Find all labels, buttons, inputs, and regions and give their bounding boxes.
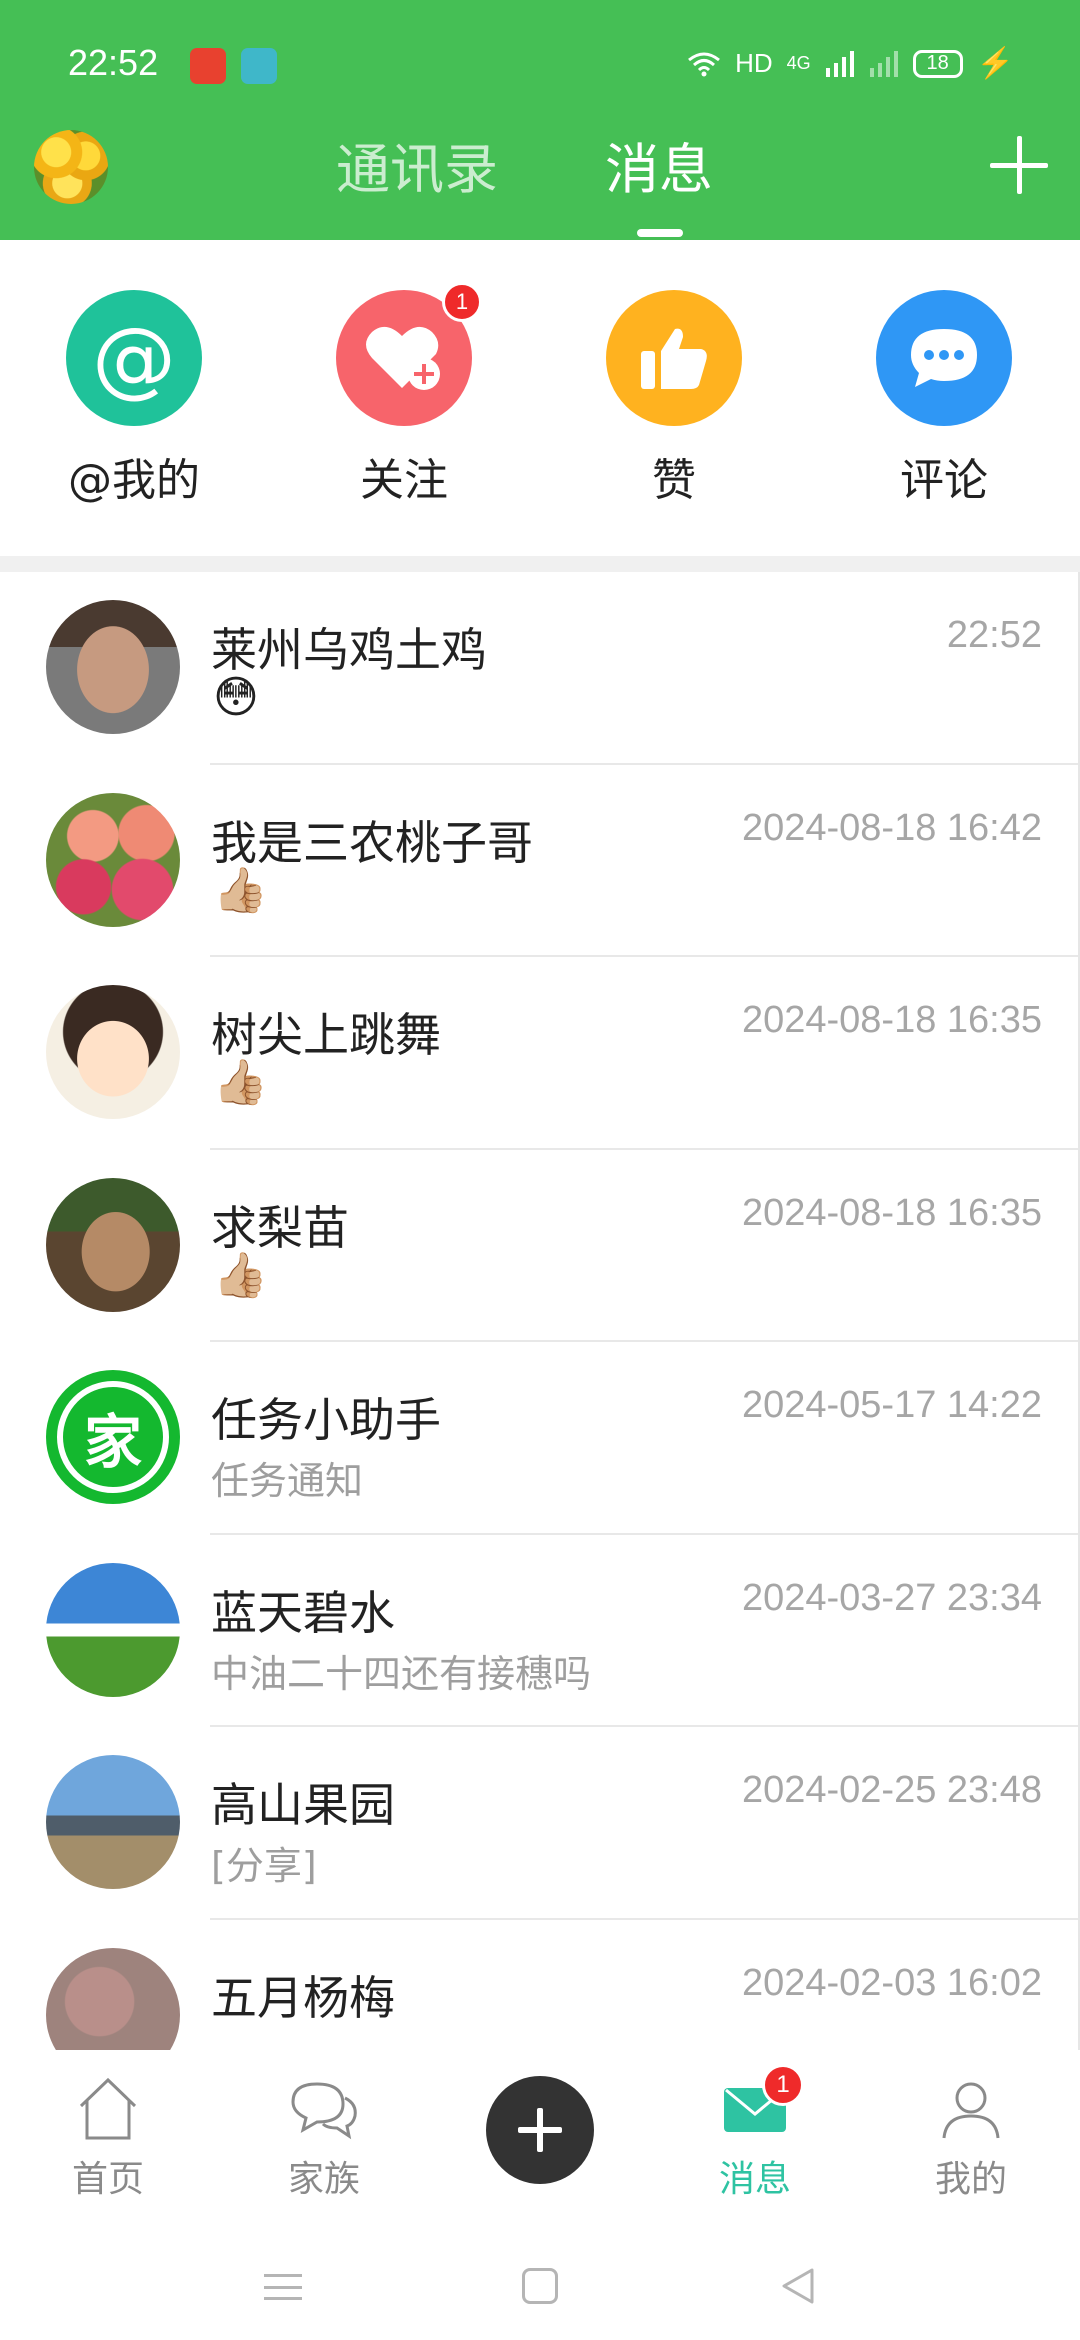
mentions-button[interactable]: @ @我的 [44,290,224,520]
signal-icon [825,50,854,77]
signal-label: 4G [786,53,811,73]
nav-me[interactable]: 我的 [906,2074,1036,2202]
app-header: 22:52 HD 4G 18 ⚡ 通讯录 消息 [0,0,1080,240]
nav-me-label: 我的 [934,2159,1007,2200]
nav-home-label: 首页 [71,2159,144,2200]
message-time: 2024-08-18 16:35 [741,1191,1042,1234]
follow-label: 关注 [360,455,448,506]
flushed-face-emoji-icon: 😳 [213,672,259,723]
message-preview: [分享] [211,1844,317,1888]
battery-icon: 18 [912,49,963,78]
home-square-icon[interactable] [522,2268,558,2304]
list-item[interactable]: 莱州乌鸡土鸡 22:52 😳 [0,572,1078,765]
wifi-icon [688,52,720,76]
list-item[interactable]: 高山果园 2024-02-25 23:48 [分享] [0,1727,1078,1920]
tab-contacts[interactable]: 通讯录 [336,138,498,202]
mentions-label: @我的 [68,455,200,506]
comments-button[interactable]: 评论 [854,290,1034,520]
chat-bubbles-icon [291,2082,357,2140]
contact-name: 求梨苗 [211,1200,349,1255]
status-bar: 22:52 HD 4G 18 ⚡ [0,0,1080,130]
thumbs-up-emoji-icon: 👍🏼 [213,864,268,916]
user-avatar[interactable] [34,130,108,204]
likes-button[interactable]: 赞 [584,290,764,520]
avatar [46,1947,180,2050]
message-list: 莱州乌鸡土鸡 22:52 😳 我是三农桃子哥 2024-08-18 16:42 … [0,572,1080,2050]
battery-level: 18 [926,52,949,74]
messages-badge: 1 [762,2064,804,2106]
contact-name: 树尖上跳舞 [211,1008,441,1062]
add-button[interactable] [988,134,1050,196]
status-time: 22:52 [68,42,159,83]
add-icon[interactable] [486,2076,594,2184]
system-nav-bar [0,2226,1080,2340]
message-time: 2024-02-25 23:48 [741,1769,1042,1811]
likes-label: 赞 [652,455,696,506]
chat-bubble-icon [911,329,977,387]
back-icon[interactable] [778,2266,818,2306]
message-time: 2024-08-18 16:42 [741,806,1042,849]
section-divider [0,556,1080,572]
nav-clan-label: 家族 [287,2159,360,2200]
avatar [46,985,180,1119]
comments-label: 评论 [900,455,988,506]
list-item[interactable]: 蓝天碧水 2024-03-27 23:34 中油二十四还有接穗吗 [0,1535,1078,1727]
quick-actions: @ @我的 1 关注 赞 评论 [0,240,1080,556]
message-time: 2024-02-03 16:02 [741,1961,1042,2004]
comments-circle [876,290,1012,426]
thumbs-up-icon [641,328,707,389]
message-time: 2024-08-18 16:35 [741,999,1042,1041]
nav-messages-label: 消息 [718,2159,791,2200]
nav-home[interactable]: 首页 [43,2074,173,2202]
nav-clan[interactable]: 家族 [259,2074,389,2202]
message-preview: 中油二十四还有接穗吗 [211,1651,592,1696]
active-tab-indicator [637,229,683,237]
contact-name: 莱州乌鸡土鸡 [211,623,487,677]
avatar [46,600,180,734]
charging-icon: ⚡ [976,47,1014,80]
list-item[interactable]: 五月杨梅 2024-02-03 16:02 [0,1920,1078,2050]
message-preview: 任务通知 [211,1459,364,1503]
list-item[interactable]: 求梨苗 2024-08-18 16:35 👍🏼 [0,1150,1078,1342]
contact-name: 蓝天碧水 [211,1585,395,1640]
tab-messages[interactable]: 消息 [605,138,713,202]
person-icon [942,2082,1000,2139]
at-icon: @ [92,309,176,407]
message-time: 2024-03-27 23:34 [741,1576,1042,1619]
network-type-label: HD [735,48,773,78]
avatar [46,1755,180,1889]
contact-name: 高山果园 [211,1778,395,1832]
follow-circle: 1 [336,282,482,426]
follow-badge: 1 [442,282,482,322]
list-item[interactable]: 树尖上跳舞 2024-08-18 16:35 👍🏼 [0,957,1078,1150]
family-logo-glyph: 家 [83,1408,142,1476]
follow-button[interactable]: 1 关注 [314,282,494,520]
avatar [46,1177,180,1312]
avatar [46,792,180,927]
contact-name: 任务小助手 [211,1393,441,1447]
contact-name: 我是三农桃子哥 [211,815,533,870]
contact-name: 五月杨梅 [211,1970,395,2025]
list-item[interactable]: 我是三农桃子哥 2024-08-18 16:42 👍🏼 [0,765,1078,957]
avatar: 家 [46,1370,180,1504]
avatar [46,1562,180,1697]
home-icon [79,2077,137,2140]
bottom-nav: 首页 家族 1 消息 我的 [0,2050,1080,2226]
message-time: 22:52 [946,614,1042,656]
nav-messages[interactable]: 1 消息 [690,2064,820,2202]
mentions-circle: @ [66,290,202,426]
signal-off-icon [869,50,898,77]
message-time: 2024-05-17 14:22 [741,1384,1042,1426]
list-item[interactable]: 家 任务小助手 2024-05-17 14:22 任务通知 [0,1342,1078,1535]
notification-app-icon [190,48,226,84]
heart-plus-icon [366,326,440,390]
notification-app-icon [241,48,277,84]
system-icons: HD 4G 18 ⚡ [687,46,1014,81]
thumbs-up-emoji-icon: 👍🏼 [213,1057,268,1108]
menu-icon[interactable] [264,2274,302,2300]
likes-circle [606,290,742,426]
thumbs-up-emoji-icon: 👍🏼 [213,1249,268,1301]
family-logo-icon: 家 [57,1381,169,1493]
